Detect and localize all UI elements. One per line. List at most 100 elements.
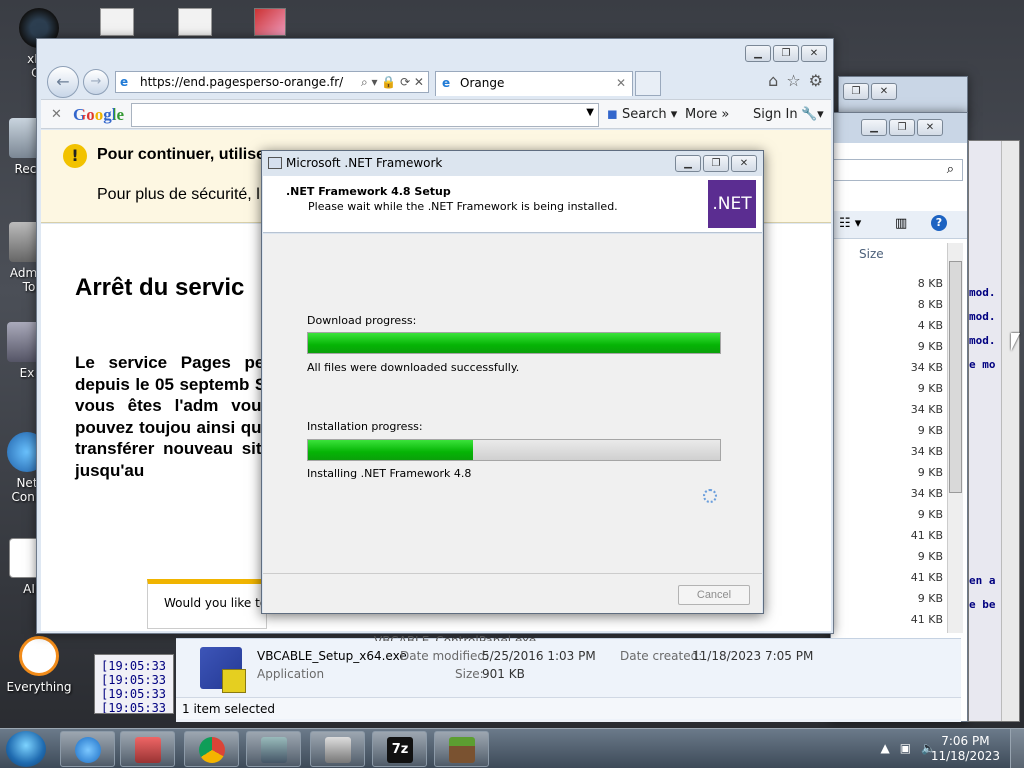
notification-bar: Would you like to m: [147, 579, 267, 629]
size-cell: 9 KB: [917, 382, 943, 395]
size-cell: 9 KB: [917, 592, 943, 605]
dialog-body: Download progress: All files were downlo…: [263, 234, 762, 573]
info-title: Pour continuer, utilise: [97, 146, 266, 163]
clock-date: 11/18/2023: [930, 749, 1000, 763]
console-line: mod.: [969, 286, 996, 299]
console-line: e be: [969, 598, 996, 611]
start-button[interactable]: [6, 731, 46, 767]
size-cell: 34 KB: [910, 403, 943, 416]
console-line: mod.: [969, 334, 996, 347]
desktop-file-icon[interactable]: [100, 8, 134, 36]
help-icon[interactable]: ?: [931, 215, 947, 231]
taskbar-minecraft-button[interactable]: [434, 731, 489, 767]
google-search-button[interactable]: ◼ Search ▾: [607, 107, 677, 122]
system-tray: ▲ ▣ 🔈: [880, 741, 936, 755]
size-column-header[interactable]: Size: [859, 247, 884, 261]
close-button[interactable]: ✕: [871, 83, 897, 100]
preview-pane-icon[interactable]: ▥: [895, 216, 907, 231]
desktop-icon-label: Ex: [19, 366, 35, 380]
partial-file-row[interactable]: VBCABLE_ControlPanel.exe: [374, 633, 536, 641]
close-button[interactable]: ✕: [917, 119, 943, 136]
cancel-button[interactable]: Cancel: [678, 585, 750, 605]
taskbar-ie-button[interactable]: [60, 731, 115, 767]
console-window-left[interactable]: [19:05:33 [19:05:33 [19:05:33 [19:05:33: [94, 654, 174, 714]
google-search-input[interactable]: ▼: [131, 103, 599, 127]
forward-button[interactable]: →: [83, 69, 109, 95]
explorer-status-bar: 1 item selected: [176, 697, 961, 719]
address-actions-icon[interactable]: ⌕ ▾ 🔒 ⟳ ✕: [361, 72, 424, 92]
home-icon[interactable]: ⌂: [768, 71, 778, 90]
minecraft-icon: [449, 737, 475, 763]
size-cell: 34 KB: [910, 361, 943, 374]
explorer-window[interactable]: ▁ ❐ ✕ ⌕ ☷ ▾ ▥ ? Size 8 KB 8 KB 4 KB 9 KB 34 …: [830, 112, 968, 722]
settings-gear-icon[interactable]: ⚙: [809, 71, 823, 90]
show-desktop-button[interactable]: [1010, 729, 1024, 768]
console-line: [19:05:33: [101, 701, 167, 714]
view-options-icon[interactable]: ☷ ▾: [839, 216, 861, 231]
7zip-icon: 7z: [387, 737, 413, 763]
new-tab-button[interactable]: [635, 71, 661, 96]
mouse-cursor-icon: [1011, 333, 1020, 351]
restore-button[interactable]: ❐: [843, 83, 869, 100]
network-icon[interactable]: ▣: [900, 741, 911, 755]
desktop-file-icon[interactable]: [178, 8, 212, 36]
dotnet-setup-dialog[interactable]: Microsoft .NET Framework ▁ ❐ ✕ .NET Fram…: [261, 150, 764, 614]
ie-toolbar: ⌂ ☆ ⚙: [768, 71, 823, 90]
maximize-button[interactable]: ❐: [703, 155, 729, 172]
favorites-icon[interactable]: ☆: [786, 71, 800, 90]
tab-orange[interactable]: e Orange ✕: [435, 71, 633, 96]
clock-time: 7:06 PM: [941, 734, 990, 748]
dialog-title: Microsoft .NET Framework: [286, 156, 443, 170]
taskbar-network-button[interactable]: [310, 731, 365, 767]
console-window-right[interactable]: mod. mod. mod. e mo en a e be: [968, 140, 1020, 722]
google-icon: ◼: [607, 107, 618, 122]
taskbar-clock[interactable]: 7:06 PM 11/18/2023: [931, 734, 1000, 764]
computer-icon: [325, 737, 351, 763]
google-logo: Google: [73, 105, 124, 124]
setup-subtitle: Please wait while the .NET Framework is …: [308, 200, 618, 213]
close-button[interactable]: ✕: [801, 45, 827, 62]
detail-filename: VBCABLE_Setup_x64.exe: [257, 649, 407, 663]
minimize-button[interactable]: ▁: [675, 155, 701, 172]
minimize-button[interactable]: ▁: [861, 119, 887, 136]
detail-created: 11/18/2023 7:05 PM: [692, 649, 814, 663]
wrench-icon[interactable]: 🔧▾: [801, 107, 824, 122]
explorer-search-box[interactable]: ⌕: [831, 159, 963, 181]
maximize-button[interactable]: ❐: [773, 45, 799, 62]
detail-modified-label: Date modified:: [400, 649, 490, 663]
size-cell: 9 KB: [917, 508, 943, 521]
tab-close-icon[interactable]: ✕: [616, 72, 626, 95]
google-signin-button[interactable]: Sign In: [753, 107, 798, 122]
tray-expand-icon[interactable]: ▲: [880, 741, 889, 755]
taskbar-chrome-button[interactable]: [184, 731, 239, 767]
scrollbar[interactable]: [947, 243, 963, 633]
minimize-button[interactable]: ▁: [745, 45, 771, 62]
console-line: en a: [969, 574, 996, 587]
search-icon: ⌕: [946, 162, 954, 177]
taskbar-7zip-button[interactable]: 7z: [372, 731, 427, 767]
info-subtitle: Pour plus de sécurité, l: [97, 186, 260, 203]
taskbar-installer-button[interactable]: [246, 731, 301, 767]
scrollbar[interactable]: [1001, 141, 1019, 721]
toolbar-close-icon[interactable]: ✕: [51, 107, 62, 122]
desktop-icon-everything[interactable]: Everything: [0, 636, 78, 694]
taskbar-app-button[interactable]: [120, 731, 175, 767]
size-cell: 34 KB: [910, 487, 943, 500]
detail-size-label: Size:: [455, 667, 484, 681]
desktop-app-icon[interactable]: [254, 8, 286, 36]
scrollbar-thumb[interactable]: [949, 261, 962, 493]
download-progress-fill: [308, 333, 720, 353]
back-button[interactable]: ←: [47, 66, 79, 98]
detail-size: 901 KB: [482, 667, 525, 681]
address-bar[interactable]: e https://end.pagesperso-orange.fr/ ⌕ ▾ …: [115, 71, 429, 93]
explorer-titlebar[interactable]: ▁ ❐ ✕: [831, 113, 967, 143]
close-button[interactable]: ✕: [731, 155, 757, 172]
background-window[interactable]: ❐ ✕: [838, 76, 968, 116]
install-progress-bar: [307, 439, 721, 461]
search-icon: [19, 636, 59, 676]
size-cell: 41 KB: [910, 613, 943, 626]
size-cell: 8 KB: [917, 277, 943, 290]
maximize-button[interactable]: ❐: [889, 119, 915, 136]
chevron-down-icon[interactable]: ▼: [586, 107, 594, 118]
google-more-button[interactable]: More »: [685, 107, 729, 122]
